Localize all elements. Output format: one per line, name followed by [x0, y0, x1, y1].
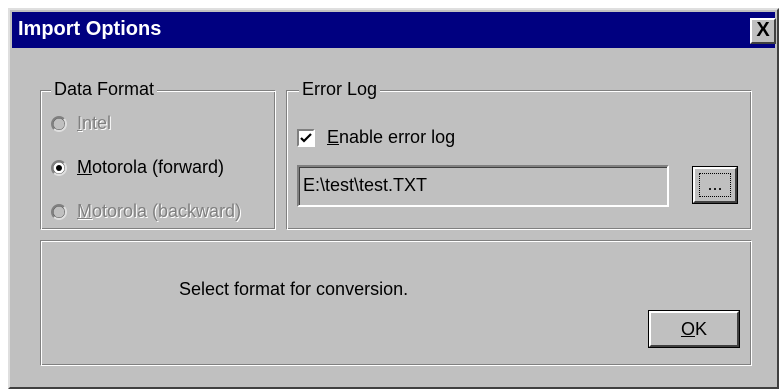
radio-motorola-backward[interactable]: Motorola (backward) [51, 201, 241, 222]
ok-button-label: OK [680, 319, 708, 339]
dialog-title: Import Options [18, 18, 162, 40]
radio-motorola-backward-circle[interactable] [51, 203, 67, 220]
error-log-label: Error Log [299, 79, 381, 100]
status-panel: Select format for conversion. OK [40, 240, 752, 366]
ok-button[interactable]: OK [649, 311, 739, 347]
import-options-dialog: Import Options X Data Format Intel Motor… [8, 8, 779, 389]
data-format-label: Data Format [51, 79, 158, 100]
data-format-group: Data Format Intel Motorola (forward) Mot… [40, 79, 276, 230]
radio-motorola-backward-label: Motorola (backward) [77, 201, 242, 221]
radio-intel-label: Intel [77, 113, 112, 133]
enable-error-log-checkbox[interactable] [297, 128, 315, 147]
status-message: Select format for conversion. [179, 279, 409, 299]
browse-button[interactable]: ... [693, 167, 737, 203]
close-button[interactable]: X [750, 18, 776, 44]
radio-motorola-forward-circle[interactable] [51, 159, 67, 176]
radio-intel-circle[interactable] [51, 115, 67, 132]
title-bar[interactable]: Import Options X [12, 12, 776, 48]
enable-error-log-checkbox-row[interactable]: Enable error log [297, 127, 455, 148]
enable-error-log-label: Enable error log [327, 127, 456, 147]
close-icon: X [756, 19, 770, 41]
radio-intel[interactable]: Intel [51, 113, 111, 134]
radio-motorola-forward-label: Motorola (forward) [77, 157, 225, 177]
error-log-path-field[interactable]: E:\test\test.TXT [297, 165, 669, 207]
error-log-group: Error Log Enable error log E:\test\test.… [286, 79, 752, 230]
checkmark-icon [300, 132, 312, 143]
radio-motorola-forward[interactable]: Motorola (forward) [51, 157, 224, 178]
